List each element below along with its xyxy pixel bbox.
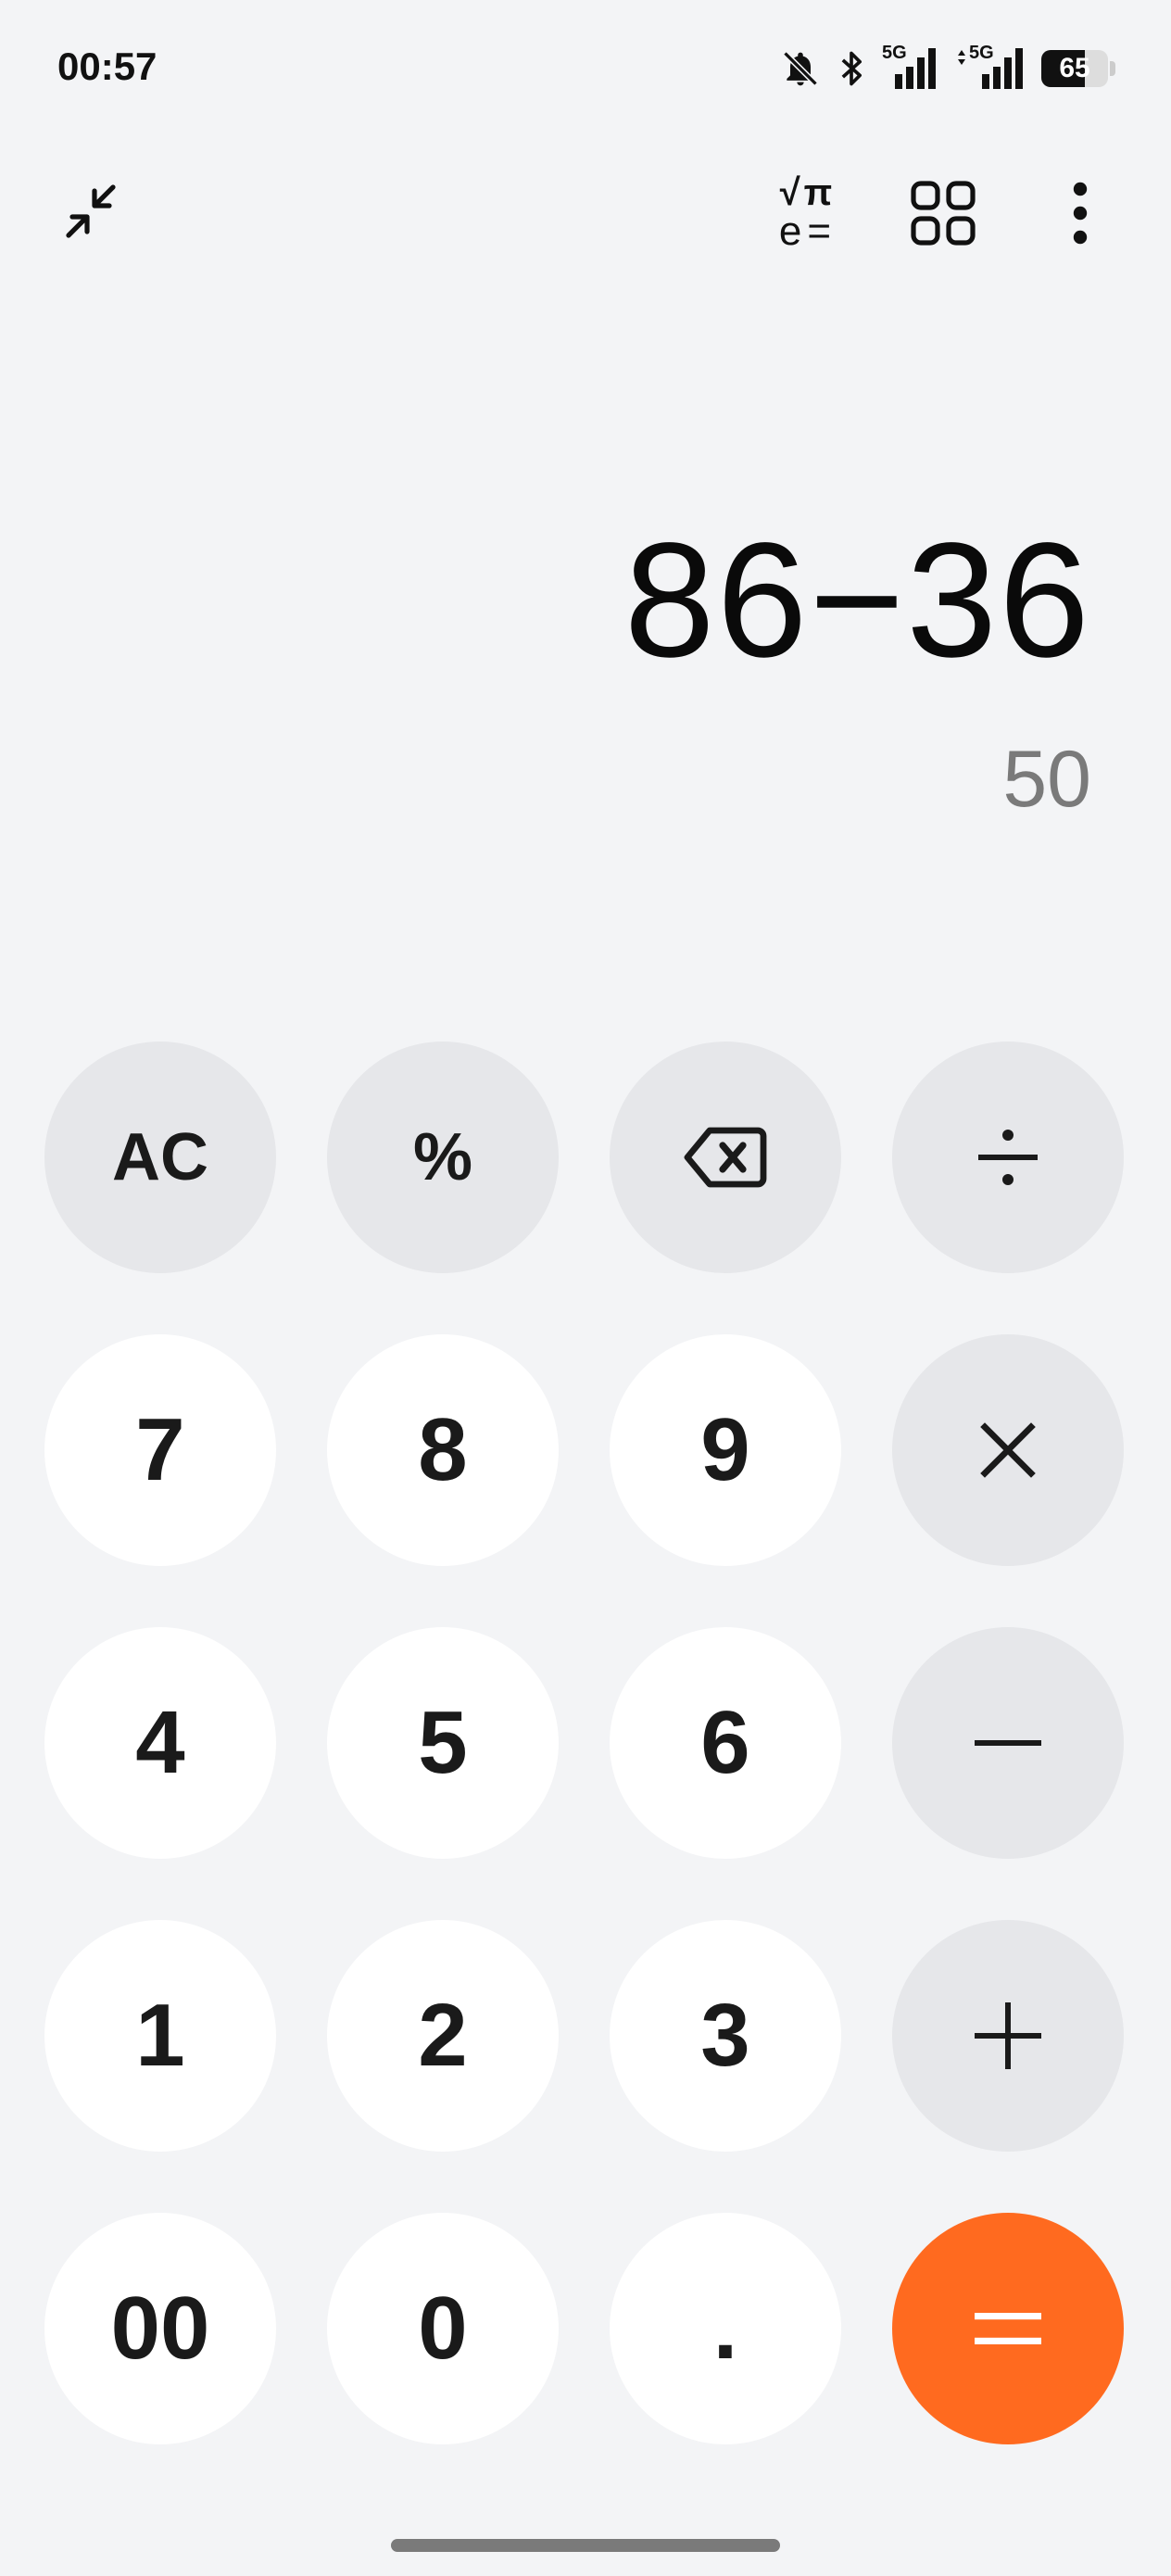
status-time: 00:57 [57, 44, 157, 88]
bell-off-icon [780, 48, 821, 89]
multiply-button[interactable] [892, 1334, 1124, 1566]
equals-button[interactable] [892, 2213, 1124, 2444]
bluetooth-icon [837, 48, 865, 89]
digit-7-button[interactable]: 7 [44, 1334, 276, 1566]
subtract-button[interactable] [892, 1627, 1124, 1859]
signal-label-2: 5G [969, 43, 994, 63]
backspace-button[interactable] [610, 1042, 841, 1273]
decimal-point-button[interactable]: . [610, 2213, 841, 2444]
digit-1-button[interactable]: 1 [44, 1920, 276, 2152]
signal-5g-data-icon: 5G [954, 43, 1025, 91]
more-options-button[interactable] [1034, 167, 1127, 259]
result-preview: 50 [1002, 735, 1091, 824]
keypad: AC % 7 8 9 4 5 6 1 2 3 00 0 . [44, 1042, 1125, 2444]
digit-8-button[interactable]: 8 [327, 1334, 559, 1566]
divide-button[interactable] [892, 1042, 1124, 1273]
digit-3-button[interactable]: 3 [610, 1920, 841, 2152]
battery-level: 65 [1059, 53, 1090, 83]
more-vertical-icon [1071, 180, 1089, 246]
status-bar: 00:57 5G 5G 65 [0, 0, 1171, 139]
collapse-button[interactable] [44, 167, 137, 259]
digit-9-button[interactable]: 9 [610, 1334, 841, 1566]
digit-6-button[interactable]: 6 [610, 1627, 841, 1859]
equals-icon [973, 2305, 1043, 2352]
minus-icon [973, 1734, 1043, 1752]
battery-icon: 65 [1041, 50, 1115, 87]
add-button[interactable] [892, 1920, 1124, 2152]
digit-2-button[interactable]: 2 [327, 1920, 559, 2152]
backspace-icon [684, 1125, 767, 1190]
plus-icon [973, 2001, 1043, 2071]
scientific-mode-icon: √π e= [778, 172, 837, 254]
collapse-icon [57, 180, 124, 246]
multiply-icon [976, 1418, 1040, 1483]
digit-5-button[interactable]: 5 [327, 1627, 559, 1859]
expression-text: 86−36 [623, 510, 1091, 691]
signal-5g-icon: 5G [882, 43, 938, 91]
percent-button[interactable]: % [327, 1042, 559, 1273]
divide-icon [973, 1122, 1043, 1193]
clear-button[interactable]: AC [44, 1042, 276, 1273]
grid-apps-button[interactable] [897, 167, 989, 259]
status-icons: 5G 5G 65 [780, 41, 1115, 96]
calculator-display: 86−36 50 [72, 519, 1091, 819]
scientific-mode-button[interactable]: √π e= [762, 167, 854, 259]
home-indicator[interactable] [391, 2539, 780, 2552]
toolbar: √π e= [0, 167, 1171, 259]
digit-4-button[interactable]: 4 [44, 1627, 276, 1859]
double-zero-button[interactable]: 00 [44, 2213, 276, 2444]
grid-apps-icon [910, 180, 976, 246]
digit-0-button[interactable]: 0 [327, 2213, 559, 2444]
